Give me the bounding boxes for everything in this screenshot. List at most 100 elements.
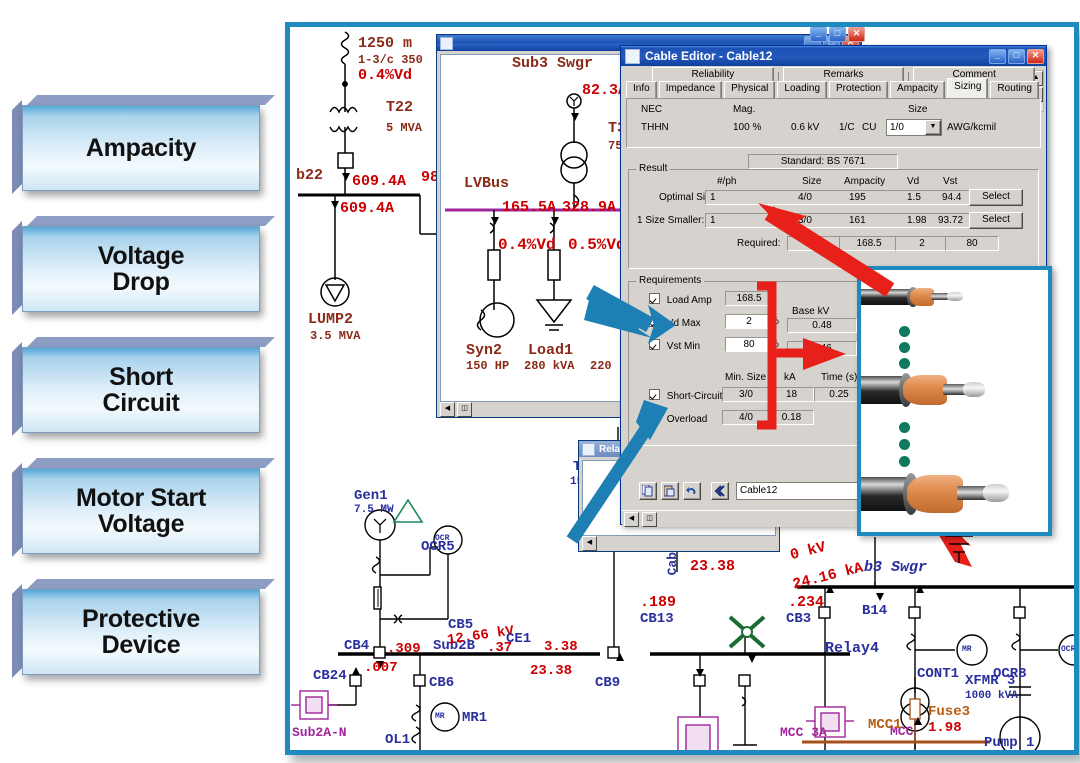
minimize-button[interactable]: _ bbox=[810, 27, 827, 42]
checkbox-icon[interactable] bbox=[649, 293, 660, 304]
tab-sizing[interactable]: Sizing bbox=[947, 78, 989, 98]
tab-impedance[interactable]: Impedance bbox=[658, 81, 723, 98]
oneline-label: XFMR 3 bbox=[965, 673, 1016, 689]
scroll-left-button[interactable]: ◀ bbox=[624, 511, 639, 527]
mr-glyph-label: MR bbox=[962, 645, 972, 654]
requirements-legend: Requirements bbox=[636, 275, 705, 286]
oneline-label: Sub2A-N bbox=[292, 725, 347, 740]
tab-row-primary[interactable]: Info Impedance Physical Loading Protecti… bbox=[626, 78, 1039, 98]
vd-max-input[interactable] bbox=[725, 314, 773, 329]
pillar-side-bevel bbox=[12, 584, 22, 678]
smaller-select-button[interactable]: Select bbox=[969, 212, 1023, 229]
optimal-size: 4/0 bbox=[798, 192, 812, 203]
oneline-label: CE1 bbox=[506, 631, 532, 647]
maximize-button[interactable]: □ bbox=[1008, 48, 1025, 64]
overload-check[interactable]: Overload bbox=[649, 412, 707, 425]
pillar-ampacity[interactable]: Ampacity bbox=[12, 95, 275, 194]
optimal-vst: 94.4 bbox=[942, 192, 962, 203]
tab-routing[interactable]: Routing bbox=[990, 81, 1039, 98]
pillar-voltage-drop[interactable]: Voltage Drop bbox=[12, 216, 275, 315]
mr-glyph-label: MR bbox=[435, 712, 445, 721]
mag-label: Mag. bbox=[733, 104, 756, 115]
vst-min-input[interactable] bbox=[725, 337, 773, 352]
result-col-ampacity: Ampacity bbox=[844, 176, 886, 187]
chevron-down-icon[interactable]: ▼ bbox=[925, 120, 941, 135]
cable-strands bbox=[947, 292, 963, 301]
cable-large bbox=[861, 472, 1015, 516]
rear-window-strip bbox=[806, 22, 866, 27]
oneline-label: 165.5A bbox=[502, 199, 557, 216]
oneline-label: OL1 bbox=[385, 732, 411, 748]
cable-insulation bbox=[903, 375, 947, 405]
oneline-label: Pump 1 bbox=[984, 735, 1035, 751]
smaller-size: 3/0 bbox=[798, 215, 812, 226]
load-amp-check[interactable]: Load Amp bbox=[649, 293, 712, 306]
tab-loading[interactable]: Loading bbox=[777, 81, 828, 98]
pillar-side-bevel bbox=[12, 100, 22, 194]
pillar-motor-start-voltage[interactable]: Motor Start Voltage bbox=[12, 458, 275, 557]
cable-editor-titlebar[interactable]: Cable Editor - Cable12 _ □ ✕ bbox=[621, 46, 1046, 66]
window-controls[interactable]: _ □ ✕ bbox=[989, 48, 1046, 64]
rear-window-controls[interactable]: _ □ ✕ bbox=[810, 27, 865, 42]
oneline-label: 500 HP bbox=[988, 751, 1028, 755]
optimal-select-button[interactable]: Select bbox=[969, 189, 1023, 206]
oneline-label: Syn2 bbox=[466, 342, 503, 359]
oneline-label: 0.5%Vd bbox=[568, 236, 626, 254]
smaller-vst: 93.72 bbox=[938, 215, 964, 226]
oneline-label: CB6 bbox=[429, 675, 455, 691]
vst-min-label: Vst Min bbox=[666, 341, 701, 352]
oneline-label: MR1 bbox=[462, 710, 488, 726]
required-ampacity: 168.5 bbox=[839, 236, 899, 251]
pillar-short-circuit[interactable]: Short Circuit bbox=[12, 337, 275, 436]
back-icon[interactable] bbox=[711, 482, 729, 500]
pillar-side-bevel bbox=[12, 342, 22, 436]
oneline-label: 23.38 bbox=[690, 558, 736, 575]
close-button[interactable]: ✕ bbox=[848, 27, 865, 42]
vd-max-label: Vd Max bbox=[666, 318, 701, 329]
minimize-button[interactable]: _ bbox=[989, 48, 1006, 64]
pillar-protective-device[interactable]: Protective Device bbox=[12, 579, 275, 678]
oneline-label: LUMP2 bbox=[308, 311, 354, 328]
ellipsis-dot bbox=[899, 326, 910, 337]
smaller-ampacity: 161 bbox=[849, 215, 866, 226]
close-button[interactable]: ✕ bbox=[1027, 48, 1044, 64]
short-circuit-check[interactable]: Short-Circuit bbox=[649, 389, 722, 402]
scroll-left-button[interactable]: ◀ bbox=[440, 402, 455, 417]
undo-icon[interactable] bbox=[683, 482, 701, 500]
tab-physical[interactable]: Physical bbox=[724, 81, 776, 98]
code-label: NEC bbox=[641, 104, 663, 115]
scroll-left-button[interactable]: ◀ bbox=[582, 536, 597, 551]
checkbox-icon[interactable] bbox=[649, 316, 660, 327]
oneline-label: T22 bbox=[386, 99, 414, 116]
oneline-label: b22 bbox=[296, 167, 324, 184]
result-col-size: Size bbox=[802, 176, 822, 187]
required-label: Required: bbox=[737, 238, 781, 249]
vst-min-check[interactable]: Vst Min bbox=[649, 339, 700, 352]
size-select[interactable]: 1/0 ▼ bbox=[886, 119, 942, 136]
sc-col-min-size: Min. Size bbox=[725, 372, 767, 383]
size-unit-label: AWG/kcmil bbox=[947, 122, 997, 133]
required-vst: 80 bbox=[945, 236, 999, 251]
copy-icon[interactable] bbox=[639, 482, 657, 500]
checkbox-icon[interactable] bbox=[649, 339, 660, 350]
mag-value: 100 % bbox=[733, 122, 762, 133]
vd-max-check[interactable]: Vd Max bbox=[649, 316, 701, 329]
ocr-glyph-label: OCR bbox=[435, 534, 450, 543]
checkbox-icon[interactable] bbox=[649, 389, 660, 400]
required-vd: 2 bbox=[895, 236, 949, 251]
checkbox-icon[interactable] bbox=[649, 412, 660, 423]
oneline-label: b3 Swgr bbox=[864, 559, 928, 576]
oneline-label: CB3 bbox=[786, 611, 812, 627]
overload-label: Overload bbox=[666, 414, 708, 425]
tab-ampacity[interactable]: Ampacity bbox=[890, 81, 946, 98]
maximize-button[interactable]: □ bbox=[829, 27, 846, 42]
result-group: Result #/ph Size Ampacity Vd Vst Optimal… bbox=[628, 163, 1039, 269]
overload-min-size: 4/0 bbox=[722, 410, 770, 425]
oneline-label: 328.9A bbox=[562, 199, 617, 216]
size-label: Size bbox=[908, 104, 928, 115]
load-amp-value: 168.5 bbox=[725, 291, 773, 306]
cable-strands bbox=[963, 382, 985, 397]
paste-icon[interactable] bbox=[661, 482, 679, 500]
tab-protection[interactable]: Protection bbox=[829, 81, 889, 98]
tab-info[interactable]: Info bbox=[626, 81, 657, 98]
